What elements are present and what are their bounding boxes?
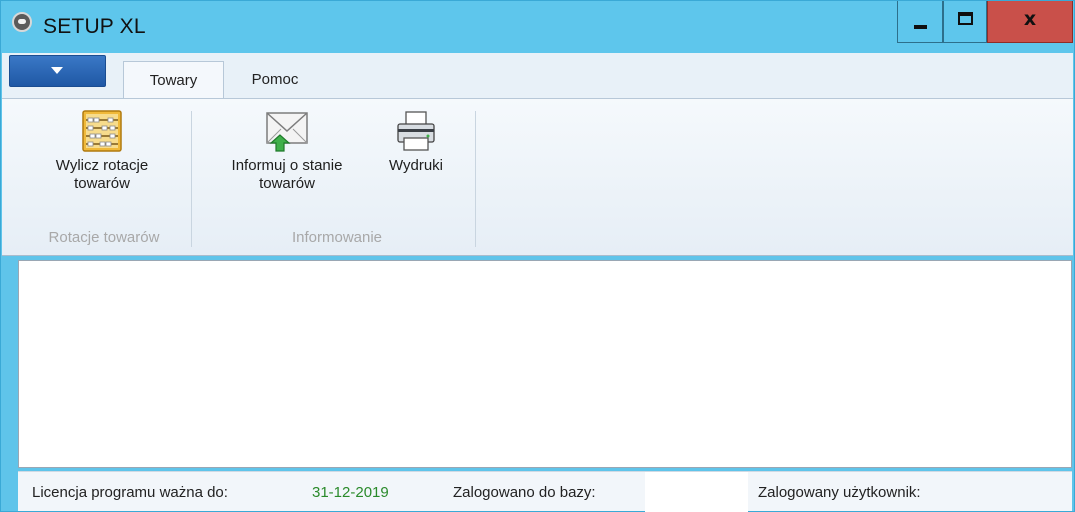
button-label-line: Wydruki [388, 157, 444, 174]
ribbon-group-separator [191, 111, 192, 247]
ribbon-panel: Wylicz rotacje towarów Informuj o stanie… [2, 98, 1073, 256]
database-label: Zalogowano do bazy: [453, 484, 596, 501]
close-button[interactable]: x [987, 1, 1073, 43]
tab-pomoc[interactable]: Pomoc [240, 61, 310, 99]
button-label-line: Wylicz rotacje [55, 157, 149, 174]
calculate-rotation-button[interactable]: Wylicz rotacje towarów [27, 109, 177, 199]
ribbon-tab-strip: Towary Pomoc [2, 53, 1073, 99]
chevron-down-icon [51, 67, 63, 74]
button-label-line: towarów [74, 175, 130, 192]
maximize-button[interactable] [943, 1, 987, 43]
main-content-area[interactable] [18, 260, 1072, 468]
app-menu-button[interactable] [9, 55, 106, 87]
status-bar: Licencja programu ważna do: 31-12-2019 Z… [18, 471, 1072, 512]
ribbon-group-separator [475, 111, 476, 247]
button-label-line: Informuj o stanie [231, 157, 343, 174]
printer-icon [397, 111, 435, 151]
group-label-informowanie: Informowanie [291, 229, 383, 246]
database-value [645, 472, 748, 512]
calculate-rotation-label: Wylicz rotacje towarów [27, 157, 177, 193]
application-window: SETUP XL x Towary Pomoc Wylicz rotacje t… [0, 0, 1075, 512]
app-logo-icon[interactable] [12, 12, 32, 32]
maximize-icon [958, 12, 973, 25]
inform-stock-label: Informuj o stanie towarów [207, 157, 367, 193]
user-label: Zalogowany użytkownik: [758, 484, 921, 501]
group-label-rotacje: Rotacje towarów [48, 229, 160, 246]
minimize-icon [914, 25, 927, 29]
prints-button[interactable]: Wydruki [376, 109, 456, 199]
close-icon: x [1023, 8, 1037, 30]
license-date: 31-12-2019 [312, 484, 389, 501]
abacus-icon [82, 110, 122, 152]
title-bar[interactable]: SETUP XL x [1, 1, 1074, 53]
license-label: Licencja programu ważna do: [32, 484, 228, 501]
mail-upload-icon [266, 112, 308, 152]
tab-towary[interactable]: Towary [123, 61, 224, 99]
button-label-line: towarów [259, 175, 315, 192]
minimize-button[interactable] [897, 1, 943, 43]
inform-stock-button[interactable]: Informuj o stanie towarów [207, 109, 367, 199]
prints-label: Wydruki [376, 157, 456, 175]
window-title: SETUP XL [43, 15, 146, 38]
